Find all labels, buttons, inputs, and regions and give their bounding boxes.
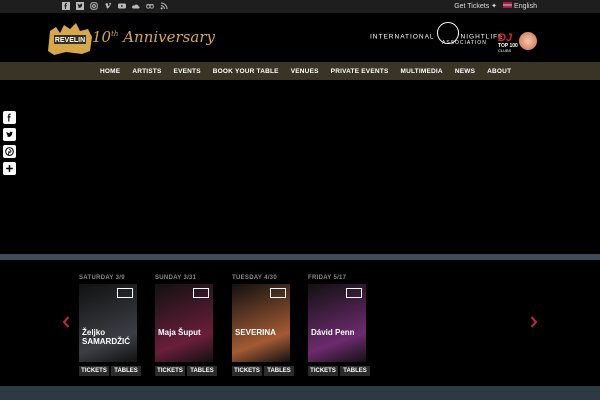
anniversary-title: 10th Anniversary <box>92 28 215 46</box>
carousel-prev-arrow-icon[interactable] <box>62 316 70 328</box>
event-actions: TICKETS TABLES <box>308 366 370 376</box>
event-artist-name: SEVERINA <box>235 328 276 337</box>
event-date: SUNDAY 3/31 <box>155 275 197 281</box>
tables-button[interactable]: TABLES <box>187 366 217 376</box>
dj-clubs-text: CLUBS <box>498 48 512 53</box>
twitter-share-button[interactable] <box>3 128 16 141</box>
nav-item-book-your-table[interactable]: BOOK YOUR TABLE <box>207 68 285 75</box>
ticket-icon: ✦ <box>491 3 498 10</box>
vimeo-icon[interactable] <box>104 2 112 10</box>
pinterest-share-button[interactable] <box>3 145 16 158</box>
facebook-icon[interactable] <box>62 2 70 10</box>
site-header: REVELIN 10th Anniversary INTERNATIONAL NI… <box>0 13 600 62</box>
dj-badge-icon <box>519 32 537 50</box>
nav-item-home[interactable]: HOME <box>94 68 126 75</box>
facebook-share-button[interactable] <box>3 111 16 124</box>
carousel-next-arrow-icon[interactable] <box>530 316 538 328</box>
event-poster[interactable]: Željko SAMARDŽIĆ <box>79 284 137 362</box>
more-share-button[interactable] <box>3 162 16 175</box>
nav-item-private-events[interactable]: PRIVATE EVENTS <box>325 68 395 75</box>
poster-logo-icon <box>346 288 362 298</box>
nav-item-venues[interactable]: VENUES <box>285 68 325 75</box>
nav-item-artists[interactable]: ARTISTS <box>126 68 167 75</box>
instagram-icon[interactable] <box>90 2 98 10</box>
events-carousel: SATURDAY 3/9 Željko SAMARDŽIĆ TICKETS TABLE… <box>0 260 600 386</box>
top-right-links: Get Tickets ✦ English <box>454 2 537 11</box>
dj-top100-logo: DJ TOP 100 CLUBS <box>498 32 518 53</box>
pinterest-icon <box>5 147 14 156</box>
event-date: FRIDAY 5/17 <box>308 275 347 281</box>
tripadvisor-icon[interactable] <box>146 2 154 10</box>
ina-sub-text: ASSOCIATION <box>442 40 487 46</box>
anniversary-word: Anniversary <box>123 28 215 46</box>
hero-area <box>0 80 600 254</box>
get-tickets-label: Get Tickets <box>454 3 490 10</box>
tickets-button[interactable]: TICKETS <box>308 366 338 376</box>
main-nav: HOME ARTISTS EVENTS BOOK YOUR TABLE VENUES PR… <box>0 62 600 80</box>
event-poster[interactable]: Maja Šuput <box>155 284 213 362</box>
event-card: SUNDAY 3/31 Maja Šuput TICKETS TABLES <box>155 275 217 376</box>
event-card: SATURDAY 3/9 Željko SAMARDŽIĆ TICKETS TABLE… <box>79 275 141 376</box>
event-artist-name: Željko SAMARDŽIĆ <box>82 328 130 346</box>
tables-button[interactable]: TABLES <box>111 366 141 376</box>
nav-list: HOME ARTISTS EVENTS BOOK YOUR TABLE VENUES PR… <box>94 62 517 80</box>
facebook-icon <box>7 113 11 122</box>
rss-icon[interactable] <box>160 2 168 10</box>
language-selector[interactable]: English <box>503 2 537 11</box>
soundcloud-icon[interactable] <box>132 2 140 10</box>
ina-left-text: INTERNATIONAL <box>370 33 435 41</box>
bottom-bar <box>0 386 600 400</box>
nav-item-news[interactable]: NEWS <box>449 68 481 75</box>
poster-logo-icon <box>117 288 133 298</box>
get-tickets-link[interactable]: Get Tickets ✦ <box>454 2 497 11</box>
nav-item-multimedia[interactable]: MULTIMEDIA <box>394 68 448 75</box>
event-actions: TICKETS TABLES <box>232 366 294 376</box>
plus-icon <box>6 165 13 172</box>
uk-flag-icon <box>503 2 513 8</box>
tickets-button[interactable]: TICKETS <box>79 366 109 376</box>
share-sidebar <box>3 111 16 179</box>
event-poster[interactable]: SEVERINA <box>232 284 290 362</box>
youtube-icon[interactable] <box>118 2 126 10</box>
poster-logo-icon <box>270 288 286 298</box>
event-card: TUESDAY 4/30 SEVERINA TICKETS TABLES <box>232 275 294 376</box>
event-card: FRIDAY 5/17 Dávid Penn TICKETS TABLES <box>308 275 370 376</box>
tickets-button[interactable]: TICKETS <box>232 366 262 376</box>
event-date: TUESDAY 4/30 <box>232 275 277 281</box>
nav-item-about[interactable]: ABOUT <box>481 68 517 75</box>
event-actions: TICKETS TABLES <box>155 366 217 376</box>
event-artist-name: Maja Šuput <box>158 328 201 337</box>
event-poster[interactable]: Dávid Penn <box>308 284 366 362</box>
anniversary-suffix: th <box>111 30 119 38</box>
language-label: English <box>514 3 537 10</box>
revelin-logo[interactable]: REVELIN <box>46 21 94 56</box>
event-date: SATURDAY 3/9 <box>79 275 125 281</box>
tables-button[interactable]: TABLES <box>264 366 294 376</box>
ina-logo: INTERNATIONAL NIGHTLIFE ASSOCIATION <box>370 22 503 46</box>
tickets-button[interactable]: TICKETS <box>155 366 185 376</box>
twitter-icon[interactable] <box>76 2 84 10</box>
twitter-icon <box>6 131 13 138</box>
social-links <box>62 2 168 10</box>
anniversary-number: 10 <box>92 28 112 46</box>
top-bar: Get Tickets ✦ English <box>0 0 600 13</box>
poster-logo-icon <box>193 288 209 298</box>
nav-item-events[interactable]: EVENTS <box>168 68 207 75</box>
event-artist-name: Dávid Penn <box>311 328 355 337</box>
logo-text: REVELIN <box>55 37 85 44</box>
tables-button[interactable]: TABLES <box>340 366 370 376</box>
event-actions: TICKETS TABLES <box>79 366 141 376</box>
